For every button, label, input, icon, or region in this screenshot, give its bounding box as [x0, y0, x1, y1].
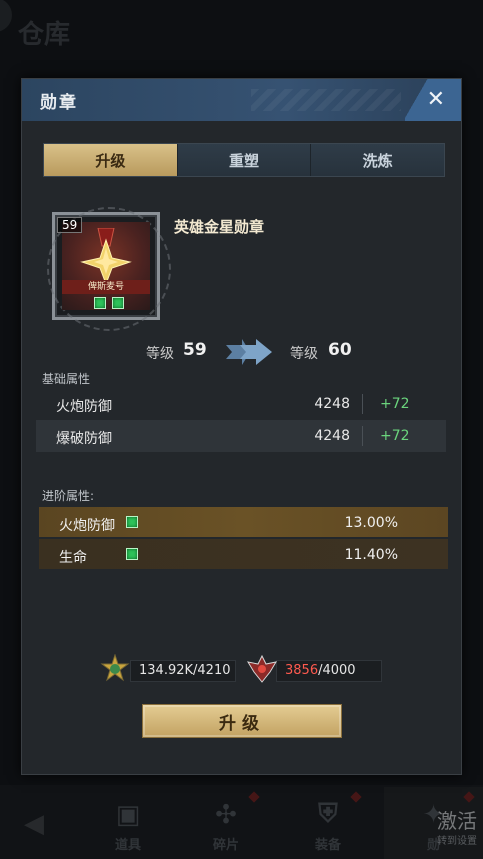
from-level-label: 等级	[146, 346, 174, 362]
upgrade-button[interactable]: 升级	[142, 704, 342, 738]
attr-name: 火炮防御	[56, 399, 112, 415]
medal-image: 俾斯麦号	[62, 222, 150, 310]
gold-star-medal-icon	[80, 228, 132, 284]
adv-attr-row: 生命 11.40%	[39, 539, 448, 571]
tab-upgrade[interactable]: 升级	[44, 144, 178, 176]
adv-attr-name: 火炮防御	[59, 518, 115, 534]
resource-red-emblem: 3856/4000	[276, 660, 382, 682]
attr-name: 爆破防御	[56, 431, 112, 447]
medal-item-slot[interactable]: 俾斯麦号 59	[47, 207, 171, 331]
base-attrs-label: 基础属性	[42, 372, 91, 386]
item-gems	[94, 297, 124, 309]
header-decoration	[251, 89, 401, 111]
upgrade-cost-row: 134.92K/4210 3856/4000	[22, 654, 461, 690]
resource-current: 134.92K	[139, 663, 194, 678]
red-emblem-icon	[246, 654, 278, 683]
adv-attrs-label: 进阶属性:	[42, 489, 95, 503]
adv-attr-name: 生命	[59, 550, 87, 566]
attr-divider	[362, 394, 363, 414]
modal-header: 勋章 ✕	[22, 79, 461, 121]
green-gem-icon	[94, 297, 106, 309]
green-gem-icon	[112, 297, 124, 309]
from-level-value: 59	[183, 340, 207, 360]
modal-title: 勋章	[40, 92, 78, 113]
adv-attr-row: 火炮防御 13.00%	[39, 507, 448, 539]
modal-tabs: 升级 重塑 洗炼	[43, 143, 445, 177]
attr-row: 爆破防御 4248 +72	[36, 420, 446, 452]
to-level-label: 等级	[290, 346, 318, 362]
tab-refine[interactable]: 洗炼	[311, 144, 445, 176]
green-gem-icon	[126, 548, 138, 560]
attr-row: 火炮防御 4248 +72	[36, 388, 446, 420]
adv-attrs-table: 火炮防御 13.00% 生命 11.40%	[39, 507, 448, 571]
attr-divider	[362, 426, 363, 446]
attr-increase: +72	[380, 428, 410, 444]
resource-required: /4210	[193, 663, 231, 678]
item-level-badge: 59	[57, 217, 83, 233]
level-change-row: 等级 59 等级 60	[22, 337, 461, 367]
resource-current-insufficient: 3856	[285, 663, 319, 678]
resource-gold-star: 134.92K/4210	[130, 660, 236, 682]
adv-attr-value: 11.40%	[344, 547, 398, 563]
medal-modal: 勋章 ✕ 升级 重塑 洗炼 俾斯麦号 59 英雄金星勋章 等级 59 等级 60…	[21, 78, 462, 775]
resource-required: /4000	[318, 663, 356, 678]
item-name-band: 俾斯麦号	[62, 280, 150, 294]
gold-star-badge-icon	[100, 654, 130, 682]
level-arrow-icon	[226, 339, 272, 365]
adv-attr-value: 13.00%	[344, 515, 398, 531]
attr-value: 4248	[314, 396, 350, 412]
base-attrs-table: 火炮防御 4248 +72 爆破防御 4248 +72	[36, 388, 446, 452]
close-icon: ✕	[426, 87, 445, 112]
medal-name: 英雄金星勋章	[174, 218, 265, 236]
tab-reshape[interactable]: 重塑	[177, 144, 312, 176]
close-button[interactable]: ✕	[405, 79, 461, 121]
attr-increase: +72	[380, 396, 410, 412]
to-level-value: 60	[328, 340, 352, 360]
attr-value: 4248	[314, 428, 350, 444]
green-gem-icon	[126, 516, 138, 528]
